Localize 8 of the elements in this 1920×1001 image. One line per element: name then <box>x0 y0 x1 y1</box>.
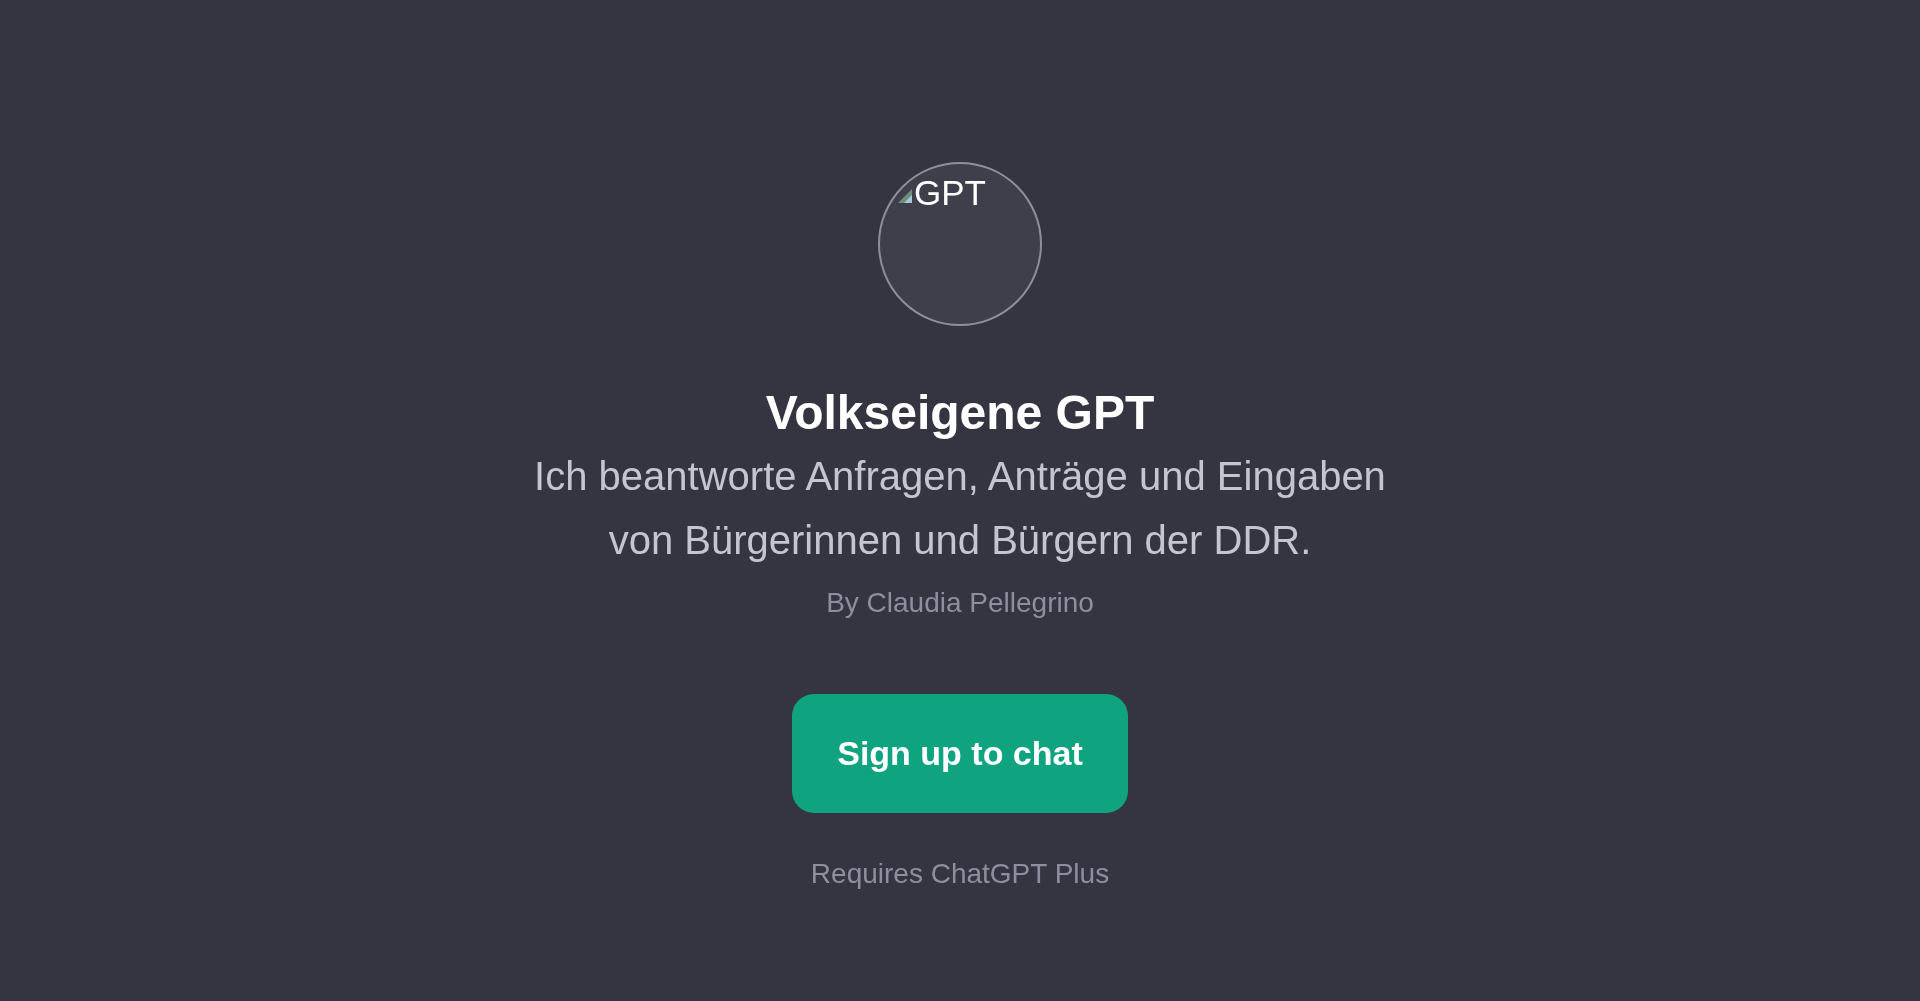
broken-image-icon <box>898 189 912 203</box>
description-line: Ich beantworte Anfragen, Anträge und Eingaben <box>534 452 1386 500</box>
requirement-note: Requires ChatGPT Plus <box>810 856 1110 891</box>
sign-up-button[interactable]: Sign up to chat <box>792 693 1128 813</box>
description-line: von Bürgerinnen und Bürgern der DDR. <box>607 516 1313 564</box>
avatar-alt-text: GPT <box>914 172 986 214</box>
author-line: By Claudia Pellegrino <box>826 585 1094 620</box>
gpt-title: Volkseigene GPT <box>765 385 1155 441</box>
